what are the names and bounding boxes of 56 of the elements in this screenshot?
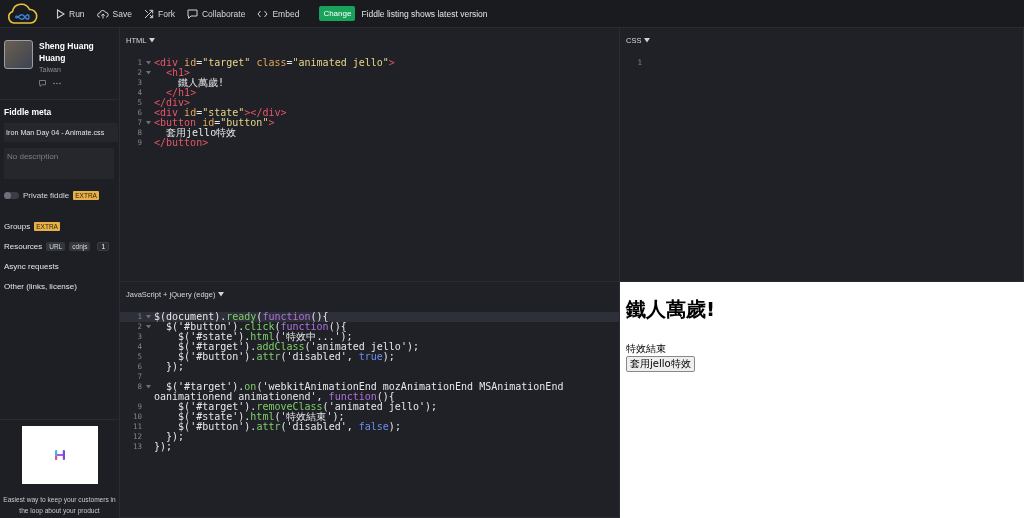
private-toggle[interactable] [4,192,19,199]
comment-icon[interactable] [39,80,46,87]
cloud-logo [8,2,38,24]
ad-banner[interactable] [21,426,98,484]
fold-caret-icon[interactable] [145,121,151,125]
cloud-upload-icon [96,8,109,19]
sidebar-section-link[interactable]: Groups [4,222,31,231]
chat-icon [186,8,198,19]
shuffle-icon [143,8,154,19]
state-text: 特效結束 [626,343,666,355]
code-line: $('#state').html('特效結束'); [177,412,345,422]
code-icon [257,9,269,18]
fold-caret-icon[interactable] [145,385,151,389]
code-line: $('#target').on('webkitAnimationEnd mozAnimationEnd MSAnimationEnd oanimationend animationend', function(){ [154,382,565,402]
toggle-label: Private fiddle [23,191,70,200]
fork-button[interactable]: Fork [137,3,181,24]
code-line: }); [165,362,185,372]
code-line: </div> [154,98,192,108]
code-line: <div id="target" class="animated jello"> [154,58,396,68]
more-icon[interactable] [53,82,61,85]
code-line: }); [166,432,185,442]
code-line: $('#button').click(function(){ [166,322,347,332]
sidebar-section-link[interactable]: Async requests [4,262,59,271]
code-line: $('#target').removeClass('animated jello'); [177,402,438,412]
section-heading: Fiddle meta [4,107,53,117]
code-line: </button> [154,138,209,148]
code-line: $('#target').addClass('animated jello'); [177,342,420,352]
code-line: 鐵人萬歲! [178,78,226,88]
letter-h-logo-icon [53,449,66,461]
code-line: 套用jello特效 [165,128,237,138]
embed-button[interactable]: Embed [251,3,306,24]
result-heading: 鐵人萬歲! [626,296,716,323]
code-line: $('#button').attr('disabled', false); [178,422,402,432]
apply-effect-button[interactable]: 套用jello特效 [626,356,695,372]
code-line: <h1> [165,68,192,78]
caret-icon[interactable] [149,38,156,43]
cloud-logo[interactable] [6,1,38,26]
code-line: }); [154,442,173,452]
code-line: $('#state').html('特效中...'); [178,332,353,342]
code-line: $(document).ready(function(){ [154,312,330,322]
save-button[interactable]: Save [90,3,138,24]
code-line: <button id="button"> [154,118,276,128]
code-line: $('#button').attr('disabled', true); [177,352,395,362]
avatar-photo-placeholder [4,40,33,69]
play-icon [56,8,65,19]
code-line: <div id="state"></div> [154,108,288,118]
description-field[interactable]: No description [4,148,114,179]
code-line: </h1> [165,88,197,98]
sidebar-section-link[interactable]: Other (links, license) [4,282,77,291]
version-notice: Fiddle listing shows latest version [361,8,488,19]
caret-icon[interactable] [644,38,651,43]
sidebar-section-link[interactable]: Resources [4,242,43,251]
caret-icon[interactable] [218,292,225,297]
collaborate-button[interactable]: Collaborate [180,3,252,24]
author-name[interactable]: Sheng Huang Huang [39,40,115,64]
run-button[interactable]: Run [50,3,91,24]
